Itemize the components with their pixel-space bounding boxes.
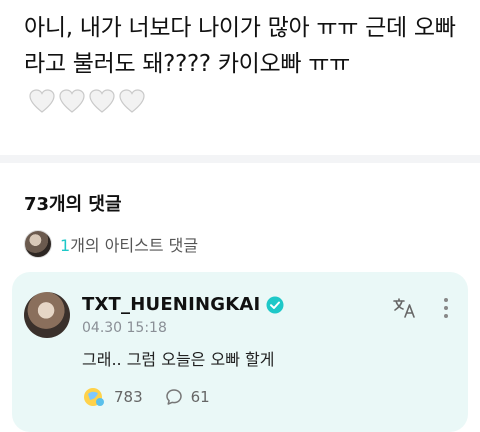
- section-divider: [0, 155, 480, 163]
- white-hearts: [28, 88, 146, 114]
- translate-button[interactable]: [392, 296, 418, 320]
- more-options-button[interactable]: [436, 296, 456, 320]
- comment-timestamp: 04.30 15:18: [82, 320, 167, 336]
- artist-comment-count: 1: [60, 236, 71, 255]
- reply-count: 61: [190, 388, 210, 406]
- white-heart-icon: [119, 88, 145, 113]
- artist-comment-label: 1개의 아티스트 댓글: [60, 232, 198, 256]
- comment-count: 73개의 댓글: [24, 194, 122, 215]
- reaction-button[interactable]: [82, 386, 106, 408]
- like-count: 783: [114, 388, 143, 406]
- artist-comment-text: 개의 아티스트 댓글: [70, 236, 199, 255]
- post-text: 아니, 내가 너보다 나이가 많아 ㅠㅠ 근데 오빠라고 불러도 돼???? 카…: [24, 15, 456, 77]
- artist-comments-toggle[interactable]: 1개의 아티스트 댓글: [24, 230, 198, 258]
- comment-actions: 783 61: [82, 386, 210, 408]
- artist-comment-card: TXT_HUENINGKAI 04.30 15:18 그래.. 그럼 오늘은 오…: [12, 272, 468, 432]
- white-heart-icon: [59, 88, 85, 113]
- post-content: 아니, 내가 너보다 나이가 많아 ㅠㅠ 근데 오빠라고 불러도 돼???? 카…: [24, 10, 464, 118]
- verified-badge-icon: [266, 296, 284, 314]
- comment-author-row: TXT_HUENINGKAI: [82, 294, 284, 315]
- translate-icon: [393, 298, 415, 318]
- reply-button[interactable]: [165, 388, 183, 406]
- artist-avatar: [24, 230, 52, 258]
- comment-body: 그래.. 그럼 오늘은 오빠 할게: [82, 350, 275, 369]
- avatar[interactable]: [24, 292, 70, 338]
- white-heart-icon: [29, 88, 55, 113]
- reaction-emoji-icon: [84, 388, 104, 406]
- comment-bubble-icon: [165, 389, 182, 405]
- more-vertical-icon: [444, 298, 448, 318]
- white-heart-icon: [89, 88, 115, 113]
- comment-author[interactable]: TXT_HUENINGKAI: [82, 294, 260, 315]
